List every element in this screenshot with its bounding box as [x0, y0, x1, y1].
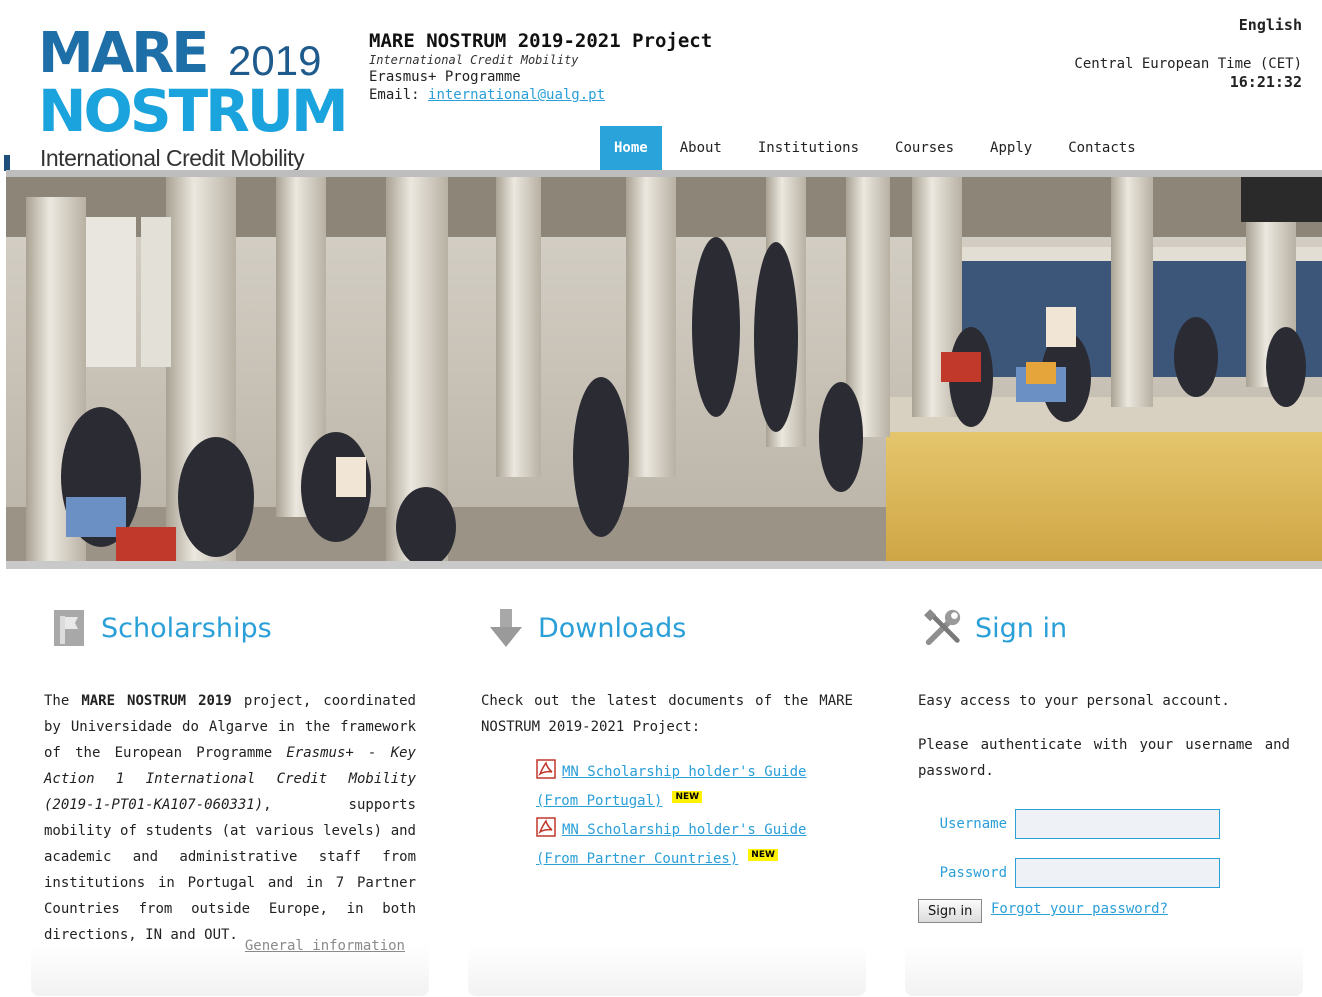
project-title: MARE NOSTRUM 2019-2021 Project	[369, 30, 713, 52]
hero-top-border	[6, 170, 1322, 177]
hero-bottom-border	[6, 561, 1322, 569]
logo-mare: MARE	[38, 21, 209, 86]
downloads-panel: Downloads Check out the latest documents…	[468, 570, 866, 996]
project-info: MARE NOSTRUM 2019-2021 Project Internati…	[369, 30, 712, 104]
clock-timezone: Central European Time (CET)	[1074, 56, 1302, 72]
password-label: Password	[939, 865, 1007, 881]
nav-apply[interactable]: Apply	[972, 126, 1050, 170]
scholarships-panel: Scholarships The MARE NOSTRUM 2019 proje…	[31, 570, 429, 996]
signin-panel: Sign in Easy access to your personal acc…	[905, 570, 1303, 996]
logo-year: 2019	[228, 37, 322, 84]
nav-institutions[interactable]: Institutions	[740, 126, 877, 170]
project-email-line: Email: international@ualg.pt	[369, 86, 712, 104]
forgot-password-link[interactable]: Forgot your password?	[991, 901, 1168, 917]
nav-courses[interactable]: Courses	[877, 126, 972, 170]
scholarships-text-3: , supports mobility of students (at vari…	[44, 797, 416, 943]
scholarships-header: Scholarships	[49, 606, 272, 650]
language-selector[interactable]: English	[1239, 16, 1302, 34]
signin-header: Sign in	[923, 606, 1067, 650]
downloads-title: Downloads	[538, 612, 687, 644]
nav-about[interactable]: About	[662, 126, 740, 170]
clock-time: 16:21:32	[1229, 73, 1302, 91]
signin-instruction: Please authenticate with your username a…	[918, 737, 1290, 779]
project-programme: Erasmus+ Programme	[369, 69, 521, 85]
signin-button[interactable]: Sign in	[918, 899, 983, 923]
new-badge: NEW	[748, 849, 778, 861]
scholarships-text-bold: MARE NOSTRUM 2019	[81, 693, 232, 709]
main-nav: Home About Institutions Courses Apply Co…	[600, 126, 1154, 170]
logo-tagline: International Credit Mobility	[40, 145, 305, 171]
pdf-icon	[536, 759, 556, 779]
scholarships-text: The MARE NOSTRUM 2019 project, coordinat…	[44, 688, 416, 948]
cloister-students-photo	[6, 177, 1322, 561]
pdf-icon	[536, 817, 556, 837]
logo-accent-mark	[4, 155, 10, 171]
nav-home[interactable]: Home	[600, 126, 662, 170]
signin-title: Sign in	[975, 612, 1068, 644]
downloads-list: MN Scholarship holder's Guide (From Port…	[536, 758, 856, 874]
logo-nostrum: NOSTRUM	[38, 77, 349, 145]
password-row: Password	[905, 858, 1220, 888]
general-information-link[interactable]: General information	[245, 938, 405, 954]
tools-icon	[923, 608, 963, 648]
username-label: Username	[939, 816, 1007, 832]
signin-intro: Easy access to your personal account.	[918, 693, 1230, 709]
scholarships-title: Scholarships	[101, 612, 272, 644]
download-item: MN Scholarship holder's Guide (From Part…	[536, 816, 856, 874]
clock: Central European Time (CET) 16:21:32	[1074, 55, 1302, 91]
username-row: Username	[905, 809, 1220, 839]
guide-from-portugal-link[interactable]: MN Scholarship holder's Guide (From Port…	[536, 764, 806, 809]
email-link[interactable]: international@ualg.pt	[428, 87, 605, 103]
downloads-header: Downloads	[486, 606, 686, 650]
site-header: MARE 2019 NOSTRUM International Credit M…	[0, 0, 1322, 172]
download-item: MN Scholarship holder's Guide (From Port…	[536, 758, 856, 816]
new-badge: NEW	[672, 791, 703, 803]
password-input[interactable]	[1015, 858, 1220, 888]
scholarships-text-1: The	[44, 693, 82, 709]
flag-icon	[49, 608, 89, 648]
project-subtitle: International Credit Mobility	[369, 53, 579, 67]
downloads-intro: Check out the latest documents of the MA…	[481, 693, 853, 735]
download-arrow-icon	[486, 608, 526, 648]
site-logo[interactable]: MARE 2019 NOSTRUM International Credit M…	[38, 21, 349, 176]
username-input[interactable]	[1015, 809, 1220, 839]
hero-photo	[6, 177, 1322, 561]
email-label: Email:	[369, 87, 420, 103]
nav-contacts[interactable]: Contacts	[1050, 126, 1153, 170]
